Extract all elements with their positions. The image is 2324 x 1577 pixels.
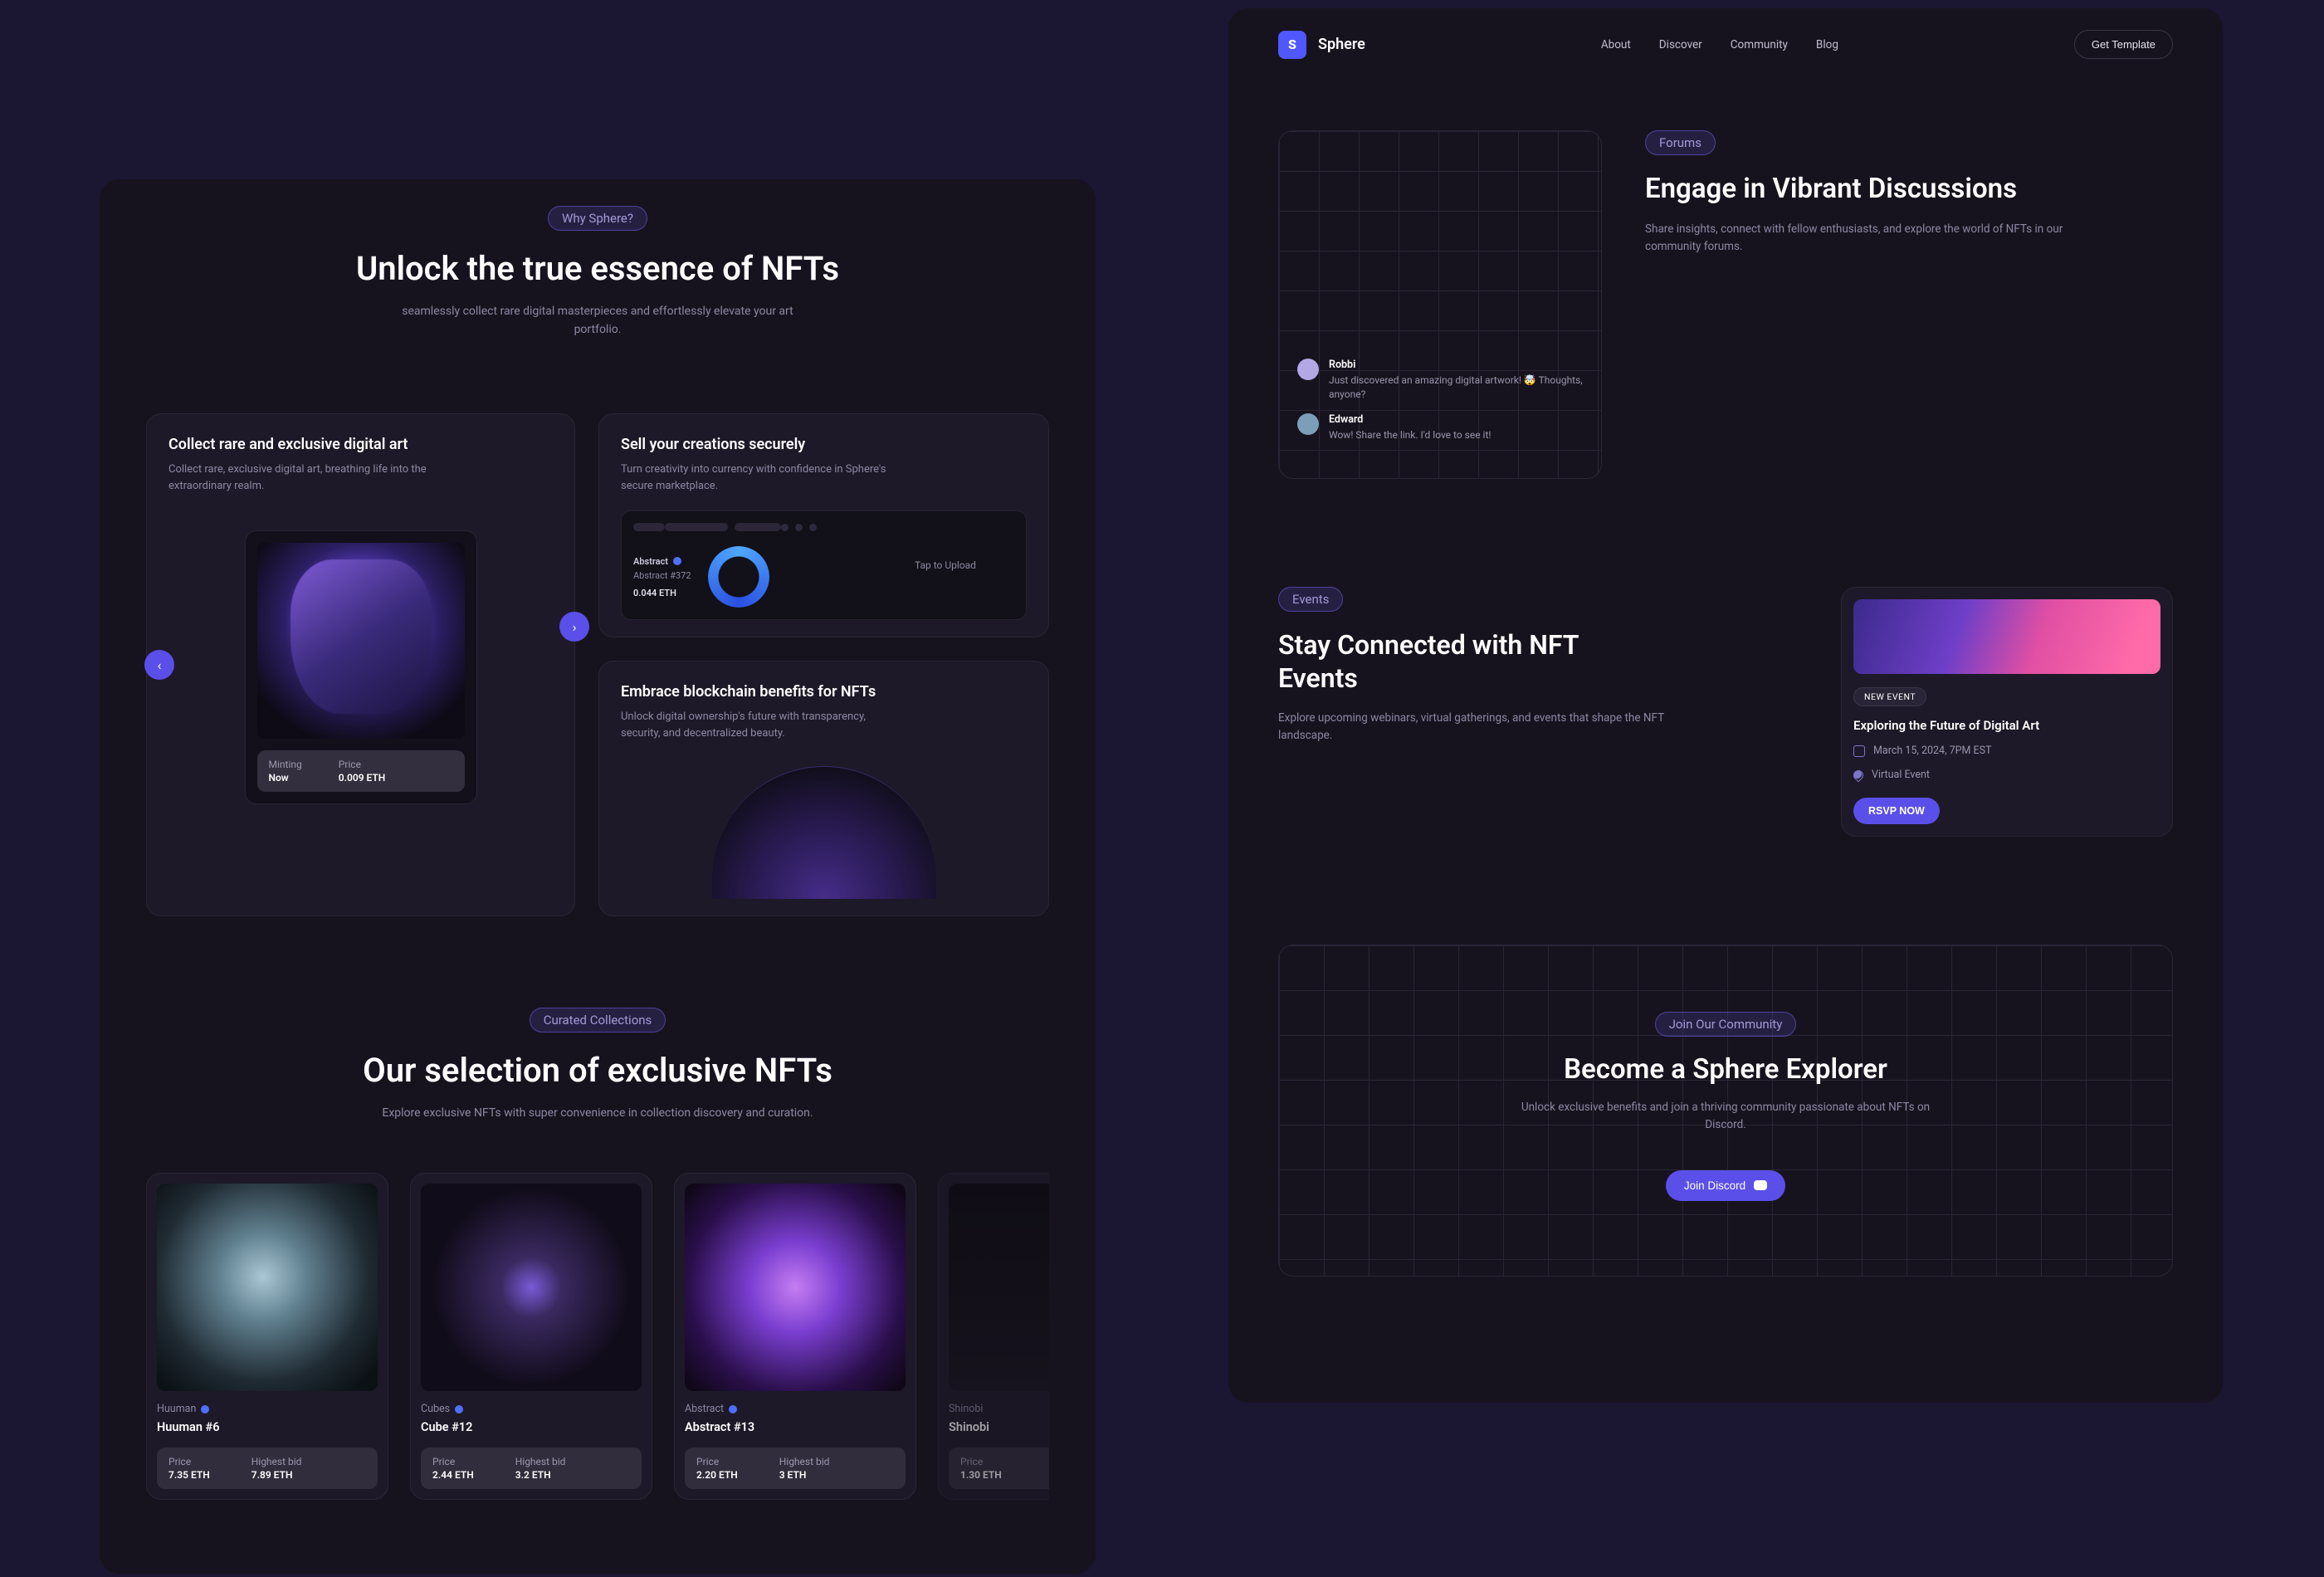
feature-row: ‹ Collect rare and exclusive digital art… [146, 413, 1049, 916]
upload-ring-icon [708, 546, 769, 608]
right-panel: S Sphere About Discover Community Blog G… [1228, 8, 2223, 1403]
feature-embrace-card: Embrace blockchain benefits for NFTs Unl… [598, 661, 1049, 916]
forum-message: Edward Wow! Share the link. I'd love to … [1297, 413, 1583, 442]
forums-subtitle: Share insights, connect with fellow enth… [1645, 221, 2068, 256]
nft-showcase: Minting Now Price 0.009 ETH [245, 530, 477, 804]
rsvp-button[interactable]: RSVP NOW [1853, 798, 1940, 824]
nav-about[interactable]: About [1601, 38, 1631, 51]
forum-message-author: Edward [1329, 413, 1492, 426]
nav-blog[interactable]: Blog [1816, 38, 1838, 51]
events-pill: Events [1278, 587, 1343, 612]
globe-illustration [712, 766, 936, 899]
upload-mock: Abstract Abstract #372 0.044 ETH Tap to … [621, 510, 1027, 620]
nft-name: Cube #12 [421, 1420, 642, 1434]
forum-message-author: Robbi [1329, 359, 1583, 371]
minting-value: Now [269, 772, 302, 784]
join-discord-label: Join Discord [1684, 1179, 1745, 1192]
mint-price-label: Price [339, 759, 386, 770]
nft-showcase-image [257, 543, 465, 739]
forum-message-text: Just discovered an amazing digital artwo… [1329, 374, 1583, 402]
get-template-button[interactable]: Get Template [2074, 30, 2173, 59]
site-header: S Sphere About Discover Community Blog G… [1228, 8, 2223, 81]
avatar-icon [1297, 413, 1319, 435]
brand[interactable]: S Sphere [1278, 31, 1365, 59]
feature-collect-title: Collect rare and exclusive digital art [168, 436, 553, 453]
explorer-subtitle: Unlock exclusive benefits and join a thr… [1510, 1099, 1941, 1134]
why-sphere-header: Why Sphere? Unlock the true essence of N… [146, 206, 1049, 339]
verified-icon [673, 557, 681, 565]
why-sphere-title: Unlock the true essence of NFTs [146, 249, 1049, 288]
forums-visual: Robbi Just discovered an amazing digital… [1278, 130, 1602, 479]
nft-cards-row[interactable]: Huuman Huuman #6 Price7.35 ETH Highest b… [146, 1173, 1049, 1500]
feature-collect-desc: Collect rare, exclusive digital art, bre… [168, 461, 434, 494]
nft-card[interactable]: Shinobi Shinobi Price1.30 ETH [938, 1173, 1049, 1500]
why-sphere-pill: Why Sphere? [548, 206, 647, 231]
verified-icon [201, 1405, 209, 1413]
forums-title: Engage in Vibrant Discussions [1645, 172, 2173, 206]
curated-pill: Curated Collections [530, 1008, 666, 1033]
nft-name: Abstract #13 [685, 1420, 906, 1434]
feature-sell-title: Sell your creations securely [621, 436, 1027, 453]
events-section: Events Stay Connected with NFT Events Ex… [1228, 479, 2223, 837]
nft-showcase-meta: Minting Now Price 0.009 ETH [257, 750, 465, 792]
upload-hint[interactable]: Tap to Upload [915, 559, 1014, 573]
verified-icon [729, 1405, 737, 1413]
slider-next-button[interactable]: › [559, 612, 589, 642]
events-title: Stay Connected with NFT Events [1278, 628, 1660, 695]
explorer-title: Become a Sphere Explorer [1312, 1053, 2139, 1086]
minting-label: Minting [269, 759, 302, 770]
nft-card[interactable]: Cubes Cube #12 Price2.44 ETH Highest bid… [410, 1173, 652, 1500]
feature-sell-card: Sell your creations securely Turn creati… [598, 413, 1049, 637]
event-location: Virtual Event [1872, 769, 1930, 781]
verified-icon [455, 1405, 463, 1413]
calendar-icon [1853, 745, 1865, 757]
nav-community[interactable]: Community [1731, 38, 1788, 51]
nft-card[interactable]: Abstract Abstract #13 Price2.20 ETH High… [674, 1173, 916, 1500]
curated-section: Curated Collections Our selection of exc… [146, 1008, 1049, 1500]
avatar-icon [1297, 359, 1319, 380]
event-date: March 15, 2024, 7PM EST [1873, 745, 1992, 757]
left-panel: Why Sphere? Unlock the true essence of N… [100, 179, 1096, 1574]
forums-pill: Forums [1645, 130, 1716, 155]
join-discord-button[interactable]: Join Discord [1666, 1170, 1785, 1201]
nft-collection: Cubes [421, 1403, 450, 1415]
discord-icon [1754, 1180, 1767, 1190]
feature-sell-desc: Turn creativity into currency with confi… [621, 461, 886, 494]
event-banner-image [1853, 599, 2160, 674]
nav-discover[interactable]: Discover [1659, 38, 1702, 51]
explorer-pill: Join Our Community [1655, 1012, 1797, 1037]
nft-art-image [949, 1184, 1049, 1391]
upload-card-info: Abstract Abstract #372 0.044 ETH [633, 556, 691, 598]
forum-message: Robbi Just discovered an amazing digital… [1297, 359, 1583, 402]
events-subtitle: Explore upcoming webinars, virtual gathe… [1278, 710, 1685, 745]
event-title: Exploring the Future of Digital Art [1853, 718, 2160, 733]
nft-collection: Huuman [157, 1403, 196, 1415]
curated-title: Our selection of exclusive NFTs [146, 1051, 1049, 1090]
nft-name: Shinobi [949, 1420, 1049, 1434]
why-sphere-subtitle: seamlessly collect rare digital masterpi… [382, 303, 813, 339]
nft-art-image [685, 1184, 906, 1391]
forum-message-text: Wow! Share the link. I'd love to see it! [1329, 428, 1492, 442]
location-icon [1852, 768, 1866, 782]
nft-name: Huuman #6 [157, 1420, 378, 1434]
event-card[interactable]: NEW EVENT Exploring the Future of Digita… [1841, 587, 2173, 837]
nft-art-image [421, 1184, 642, 1391]
nft-collection: Shinobi [949, 1403, 983, 1415]
curated-subtitle: Explore exclusive NFTs with super conven… [382, 1105, 813, 1123]
feature-collect-card: Collect rare and exclusive digital art C… [146, 413, 575, 916]
nft-art-image [157, 1184, 378, 1391]
main-nav: About Discover Community Blog [1601, 38, 1838, 51]
feature-embrace-desc: Unlock digital ownership's future with t… [621, 709, 870, 741]
nft-card[interactable]: Huuman Huuman #6 Price7.35 ETH Highest b… [146, 1173, 388, 1500]
nft-collection: Abstract [685, 1403, 724, 1415]
brand-name: Sphere [1318, 36, 1365, 53]
mint-price-value: 0.009 ETH [339, 772, 386, 784]
new-event-badge: NEW EVENT [1853, 687, 1926, 706]
explorer-section: Join Our Community Become a Sphere Explo… [1278, 945, 2173, 1277]
forums-section: Robbi Just discovered an amazing digital… [1228, 81, 2223, 479]
feature-embrace-title: Embrace blockchain benefits for NFTs [621, 683, 1027, 701]
brand-logo-icon: S [1278, 31, 1306, 59]
